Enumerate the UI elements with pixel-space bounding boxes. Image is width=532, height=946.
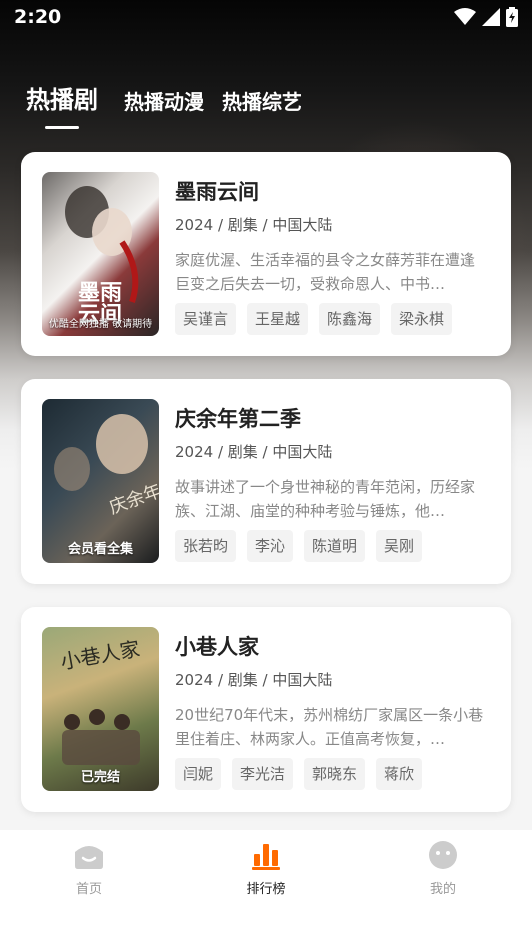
nav-home[interactable]: 首页 bbox=[49, 840, 129, 897]
drama-description: 家庭优渥、生活幸福的县令之女薛芳菲在遭逢巨变之后失去一切，受救命恩人、中书… bbox=[175, 251, 476, 293]
drama-title: 小巷人家 bbox=[175, 635, 259, 659]
cast-tag[interactable]: 李光洁 bbox=[232, 758, 294, 790]
poster-caption: 优酷全网独播 敬请期待 bbox=[48, 319, 153, 330]
drama-meta: 2024 / 剧集 / 中国大陆 bbox=[175, 443, 333, 461]
cast-tag[interactable]: 闫妮 bbox=[175, 758, 222, 790]
poster-image: 庆余年 会员看全集 bbox=[42, 399, 159, 563]
tab-hot-drama[interactable]: 热播剧 bbox=[26, 80, 98, 115]
drama-card[interactable]: 小巷人家 已完结 小巷人家 2024 / 剧集 / 中国大陆 20世纪70年代末… bbox=[21, 607, 511, 812]
drama-title: 庆余年第二季 bbox=[175, 407, 301, 431]
cast-tag[interactable]: 梁永棋 bbox=[391, 303, 453, 335]
cast-tag[interactable]: 蒋欣 bbox=[376, 758, 423, 790]
status-bar: 2:20 bbox=[0, 0, 532, 36]
cast-tags: 吴谨言 王星越 陈鑫海 梁永棋 bbox=[175, 303, 453, 335]
poster-caption: 已完结 bbox=[80, 770, 120, 785]
wifi-icon bbox=[454, 8, 476, 25]
cast-tags: 闫妮 李光洁 郭晓东 蒋欣 bbox=[175, 758, 423, 790]
signal-icon bbox=[482, 8, 500, 26]
cast-tag[interactable]: 吴谨言 bbox=[175, 303, 237, 335]
poster-art: 墨雨 云间 bbox=[65, 186, 139, 328]
category-tabs: 热播剧 热播动漫 热播综艺 bbox=[26, 80, 320, 115]
drama-title: 墨雨云间 bbox=[175, 180, 259, 204]
status-icons bbox=[454, 7, 518, 27]
nav-profile[interactable]: 我的 bbox=[403, 840, 483, 897]
tab-hot-variety[interactable]: 热播综艺 bbox=[222, 86, 302, 115]
nav-home-label: 首页 bbox=[75, 882, 102, 897]
drama-card[interactable]: 庆余年 会员看全集 庆余年第二季 2024 / 剧集 / 中国大陆 故事讲述了一… bbox=[21, 379, 511, 584]
cast-tag[interactable]: 陈鑫海 bbox=[319, 303, 381, 335]
cast-tags: 张若昀 李沁 陈道明 吴刚 bbox=[175, 530, 423, 562]
drama-meta: 2024 / 剧集 / 中国大陆 bbox=[175, 671, 333, 689]
profile-icon bbox=[429, 841, 457, 869]
cast-tag[interactable]: 李沁 bbox=[247, 530, 294, 562]
svg-text:小巷人家: 小巷人家 bbox=[59, 636, 142, 674]
drama-description: 故事讲述了一个身世神秘的青年范闲，历经家族、江湖、庙堂的种种考验与锤炼，他… bbox=[175, 478, 476, 520]
drama-meta: 2024 / 剧集 / 中国大陆 bbox=[175, 216, 333, 234]
poster-image: 墨雨 云间 优酷全网独播 敬请期待 bbox=[42, 172, 159, 336]
cast-tag[interactable]: 张若昀 bbox=[175, 530, 237, 562]
nav-ranking[interactable]: 排行榜 bbox=[226, 840, 306, 897]
bottom-nav: 首页 排行榜 我的 bbox=[0, 830, 532, 946]
cast-tag[interactable]: 郭晓东 bbox=[304, 758, 366, 790]
nav-ranking-label: 排行榜 bbox=[246, 882, 286, 897]
status-time: 2:20 bbox=[14, 6, 62, 28]
cast-tag[interactable]: 王星越 bbox=[247, 303, 309, 335]
svg-text:庆余年: 庆余年 bbox=[107, 480, 159, 518]
cast-tag[interactable]: 吴刚 bbox=[376, 530, 423, 562]
poster-caption: 会员看全集 bbox=[67, 542, 133, 557]
drama-description: 20世纪70年代末，苏州棉纺厂家属区一条小巷里住着庄、林两家人。正值高考恢复，… bbox=[175, 706, 484, 748]
battery-icon bbox=[506, 7, 518, 27]
nav-profile-label: 我的 bbox=[429, 882, 456, 897]
home-icon bbox=[75, 846, 103, 869]
ranking-icon bbox=[252, 844, 280, 870]
cast-tag[interactable]: 陈道明 bbox=[304, 530, 366, 562]
tab-hot-anime[interactable]: 热播动漫 bbox=[124, 86, 204, 115]
tab-indicator bbox=[45, 126, 79, 129]
drama-card[interactable]: 墨雨 云间 优酷全网独播 敬请期待 墨雨云间 2024 / 剧集 / 中国大陆 … bbox=[21, 152, 511, 356]
poster-image: 小巷人家 已完结 bbox=[42, 627, 159, 791]
